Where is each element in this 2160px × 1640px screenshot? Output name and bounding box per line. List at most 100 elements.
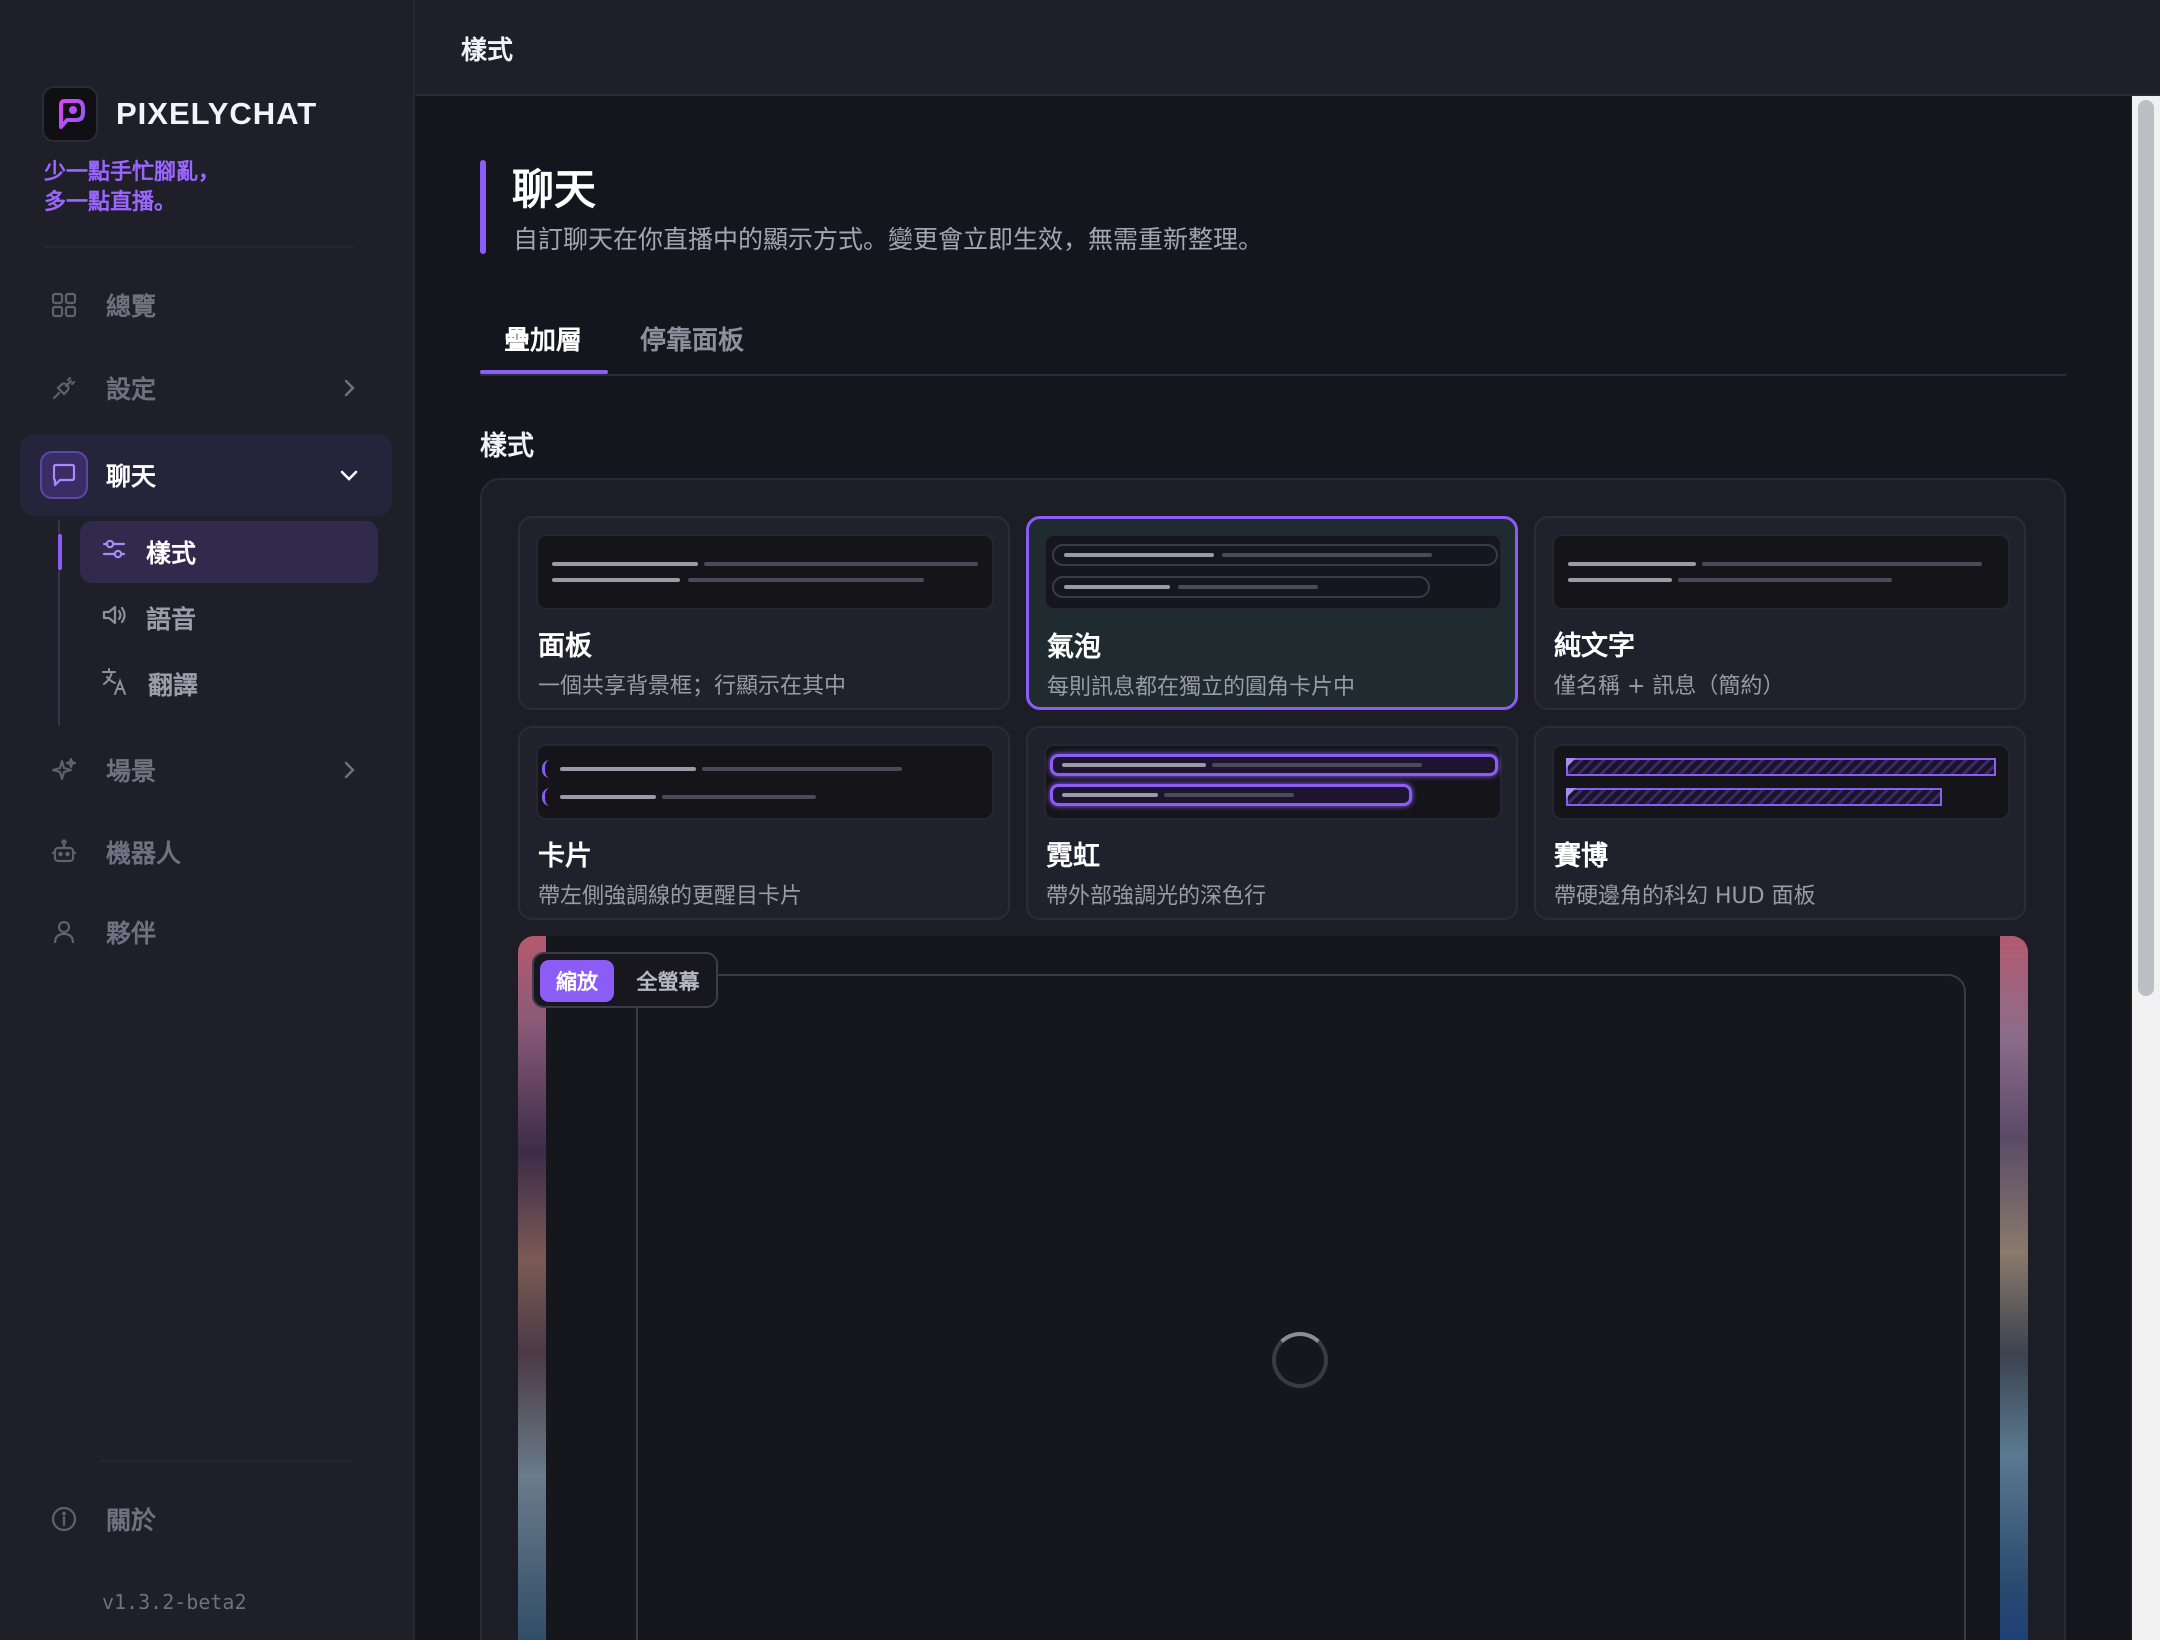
sidebar-item-partners[interactable]: 夥伴 xyxy=(20,895,392,969)
preview-line xyxy=(1568,578,1672,582)
sidebar-item-about[interactable]: 關於 xyxy=(20,1482,392,1556)
style-card-card[interactable]: 卡片 帶左側強調線的更醒目卡片 xyxy=(518,726,1010,920)
style-card-title: 氣泡 xyxy=(1047,632,1101,663)
sidebar-item-label: 夥伴 xyxy=(106,919,157,948)
sliders-icon xyxy=(100,535,128,569)
style-card-cyber[interactable]: 賽博 帶硬邊角的科幻 HUD 面板 xyxy=(1534,726,2026,920)
preview-line xyxy=(1164,793,1294,797)
style-card-desc: 帶外部強調光的深色行 xyxy=(1046,884,1267,909)
style-preview xyxy=(1044,744,1502,820)
preview-line xyxy=(1702,562,1982,566)
sidebar-item-label: 設定 xyxy=(106,375,157,404)
preview-cyber-row xyxy=(1566,788,1942,806)
style-preview xyxy=(1552,534,2010,610)
preview-line xyxy=(1222,553,1432,557)
preview-accent xyxy=(542,788,550,806)
app-logo xyxy=(42,86,98,142)
overlay-bounds xyxy=(636,974,1966,1640)
sidebar-item-label: 場景 xyxy=(106,757,157,786)
preview-line xyxy=(552,578,680,582)
sidebar-subitem-style[interactable]: 樣式 xyxy=(80,521,378,583)
sidebar-subitem-label: 樣式 xyxy=(146,539,197,568)
preview-corner xyxy=(1566,788,1576,798)
preview-cyber-row xyxy=(1566,758,1996,776)
sidebar-item-scenes[interactable]: 場景 xyxy=(20,733,392,807)
preview-line xyxy=(688,578,924,582)
preview-line xyxy=(552,562,698,566)
preview-line xyxy=(1062,793,1158,797)
view-mode-toggle: 縮放 全螢幕 xyxy=(532,952,718,1008)
preview-line xyxy=(560,767,696,771)
preview-line xyxy=(704,562,978,566)
app-name: PIXELYCHAT xyxy=(116,96,318,131)
preview-line xyxy=(702,767,902,771)
translate-icon xyxy=(100,666,130,702)
style-card-title: 純文字 xyxy=(1554,631,1635,662)
style-card-panel[interactable]: 面板 一個共享背景框；行顯示在其中 xyxy=(518,516,1010,710)
background-image xyxy=(2000,936,2028,1640)
page-subtitle: 自訂聊天在你直播中的顯示方式。變更會立即生效，無需重新整理。 xyxy=(513,225,1264,254)
preview-line xyxy=(1178,585,1318,589)
chevron-right-icon xyxy=(344,379,355,397)
preview-line xyxy=(1064,553,1214,557)
tab-active-underline xyxy=(480,370,608,374)
preview-line xyxy=(1062,763,1206,767)
chevron-right-icon xyxy=(344,761,355,779)
sidebar-subitem-translate[interactable]: 翻譯 xyxy=(80,653,378,715)
grid-icon xyxy=(48,289,80,321)
header-title: 樣式 xyxy=(461,36,514,66)
sidebar-item-settings[interactable]: 設定 xyxy=(20,351,392,425)
background-image xyxy=(518,936,546,1640)
chevron-down-icon xyxy=(340,470,358,481)
title-accent-bar xyxy=(480,160,486,254)
sidebar-subitem-label: 語音 xyxy=(146,605,197,634)
style-preview xyxy=(536,534,994,610)
style-card-desc: 僅名稱 + 訊息（簡約） xyxy=(1554,674,1785,699)
overlay-preview: 縮放 全螢幕 xyxy=(518,936,2028,1640)
style-card-plain-text[interactable]: 純文字 僅名稱 + 訊息（簡約） xyxy=(1534,516,2026,710)
tab-bar: 疊加層 停靠面板 xyxy=(480,300,2066,376)
sidebar-item-label: 機器人 xyxy=(106,839,182,868)
fullscreen-button[interactable]: 全螢幕 xyxy=(624,960,712,1002)
brand: PIXELYCHAT xyxy=(42,86,317,142)
preview-accent xyxy=(542,760,550,778)
tab-overlay[interactable]: 疊加層 xyxy=(504,320,582,357)
speaker-icon xyxy=(100,601,128,635)
sidebar-item-bots[interactable]: 機器人 xyxy=(20,815,392,889)
style-card-title: 面板 xyxy=(538,631,592,662)
active-indicator xyxy=(58,534,62,570)
tab-dock-panel[interactable]: 停靠面板 xyxy=(640,320,744,357)
sidebar-item-label: 聊天 xyxy=(106,462,157,491)
info-icon xyxy=(48,1503,80,1535)
style-card-desc: 一個共享背景框；行顯示在其中 xyxy=(538,674,847,699)
sidebar-item-label: 總覽 xyxy=(106,292,157,321)
preview-line xyxy=(1568,562,1696,566)
sidebar-divider xyxy=(100,1460,354,1462)
loading-spinner xyxy=(1272,1332,1328,1388)
zoom-button[interactable]: 縮放 xyxy=(540,960,614,1002)
sidebar-item-label: 關於 xyxy=(106,1506,157,1535)
style-preview xyxy=(536,744,994,820)
scrollbar-thumb[interactable] xyxy=(2138,100,2154,996)
sidebar-divider xyxy=(44,246,354,248)
style-card-neon[interactable]: 霓虹 帶外部強調光的深色行 xyxy=(1026,726,1518,920)
style-preview xyxy=(1552,744,2010,820)
style-card-desc: 每則訊息都在獨立的圓角卡片中 xyxy=(1047,675,1356,700)
app-version: v1.3.2-beta2 xyxy=(102,1590,247,1614)
style-card-desc: 帶左側強調線的更醒目卡片 xyxy=(538,884,803,909)
style-card-title: 賽博 xyxy=(1554,841,1608,872)
preview-corner xyxy=(1566,758,1576,768)
sidebar-item-chat[interactable]: 聊天 xyxy=(20,434,392,516)
page-title: 聊天 xyxy=(512,165,597,214)
sparkle-icon xyxy=(48,754,80,786)
style-card-title: 卡片 xyxy=(538,841,592,872)
section-title: 樣式 xyxy=(480,431,534,462)
robot-icon xyxy=(48,836,80,868)
style-card-desc: 帶硬邊角的科幻 HUD 面板 xyxy=(1554,884,1816,909)
style-card-bubble[interactable]: 氣泡 每則訊息都在獨立的圓角卡片中 xyxy=(1026,516,1518,710)
preview-line xyxy=(1212,763,1422,767)
sidebar-item-overview[interactable]: 總覽 xyxy=(20,268,392,342)
top-bar: 樣式 xyxy=(415,0,2160,96)
sidebar: PIXELYCHAT 少一點手忙腳亂， 多一點直播。 總覽 設定 聊天 樣式 語… xyxy=(0,0,415,1640)
sidebar-subitem-voice[interactable]: 語音 xyxy=(80,587,378,649)
